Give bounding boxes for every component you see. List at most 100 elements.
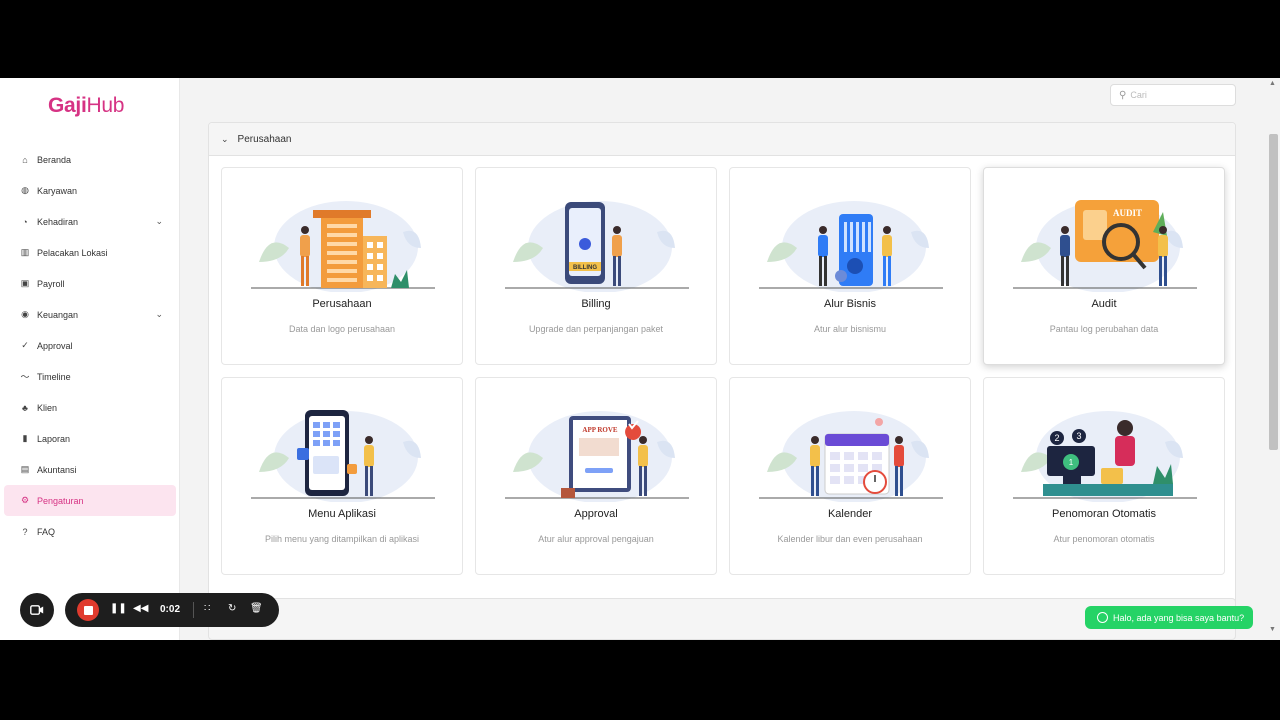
report-icon: ▮: [22, 433, 28, 443]
scroll-up-icon[interactable]: ▲: [1269, 80, 1276, 87]
settings-card-menu-aplikasi[interactable]: Menu Aplikasi Pilih menu yang ditampilkan…: [221, 377, 463, 575]
toolbar-divider: [193, 602, 194, 618]
sidebar-item-label: FAQ: [37, 526, 56, 537]
card-description: Pantau log perubahan data: [1049, 324, 1159, 334]
card-title: Alur Bisnis: [824, 298, 876, 310]
sidebar-item-klien[interactable]: ♣ Klien: [0, 392, 180, 423]
pause-icon[interactable]: ❚❚: [110, 603, 127, 614]
check-circle-icon: ✓: [21, 340, 29, 350]
recording-time: 0:02: [160, 604, 181, 615]
restart-icon[interactable]: ↻: [228, 603, 236, 614]
card-description: Kalender libur dan even perusahaan: [777, 534, 923, 544]
money-icon: ◉: [21, 309, 29, 319]
sidebar-item-label: Laporan: [37, 433, 71, 444]
home-icon: ⌂: [22, 154, 28, 165]
search-placeholder: Cari: [1130, 90, 1147, 100]
svg-text:3: 3: [1076, 431, 1081, 441]
billing-illustration: BILLING: [505, 201, 689, 292]
company-illustration: [251, 201, 435, 292]
stop-icon: [83, 605, 93, 615]
sidebar-item-label: Beranda: [37, 154, 72, 165]
settings-card-kalender[interactable]: Kalender Kalender libur dan even perusaha…: [729, 377, 971, 575]
settings-card-perusahaan[interactable]: Perusahaan Data dan logo perusahaan: [221, 167, 463, 365]
card-title: Billing: [581, 298, 611, 310]
users-icon: ◍: [21, 185, 29, 195]
sidebar-item-label: Payroll: [37, 278, 65, 289]
card-description: Upgrade dan perpanjangan paket: [528, 324, 664, 334]
trash-icon[interactable]: 🗑: [250, 603, 263, 614]
sidebar: GajiHub ⌂ Beranda ◍ Karyawan ◔ Kehadiran ⌄ ▥ Pel…: [0, 78, 180, 640]
scrollbar[interactable]: ▲ ▼: [1266, 78, 1280, 640]
sidebar-nav: ⌂ Beranda ◍ Karyawan ◔ Kehadiran ⌄ ▥ Pelacakan L…: [0, 144, 180, 547]
sidebar-item-pelacakan-lokasi[interactable]: ▥ Pelacakan Lokasi: [0, 237, 180, 268]
sidebar-item-keuangan[interactable]: ◉ Keuangan ⌄: [0, 299, 180, 330]
svg-text:AUDIT: AUDIT: [1113, 208, 1142, 218]
calendar-illustration: [759, 411, 943, 502]
sidebar-item-laporan[interactable]: ▮ Laporan: [0, 423, 180, 454]
grid-icon[interactable]: ∷: [204, 603, 210, 614]
sidebar-item-label: Pelacakan Lokasi: [37, 247, 108, 258]
card-title: Penomoran Otomatis: [1052, 508, 1156, 520]
business-flow-illustration: [759, 201, 943, 292]
card-description: Data dan logo perusahaan: [288, 324, 396, 334]
sidebar-item-approval[interactable]: ✓ Approval: [0, 330, 180, 361]
logo-text-bold: Gaji: [48, 94, 87, 117]
chevron-down-icon: ⌄: [221, 133, 229, 144]
map-icon: ▥: [20, 247, 30, 257]
sidebar-item-label: Karyawan: [37, 185, 78, 196]
settings-icon: ⚙: [20, 495, 30, 505]
settings-card-penomoran-otomatis[interactable]: 1 2 3 Penomoran Otomatis Atur penomoran otom…: [983, 377, 1225, 575]
svg-text:2: 2: [1054, 433, 1059, 443]
sidebar-item-karyawan[interactable]: ◍ Karyawan: [0, 175, 180, 206]
search-input[interactable]: ⚲ Cari: [1110, 84, 1236, 106]
card-description: Pilih menu yang ditampilkan di aplikasi: [264, 534, 420, 544]
app-window: GajiHub ⌂ Beranda ◍ Karyawan ◔ Kehadiran ⌄ ▥ Pel…: [0, 78, 1280, 640]
sidebar-item-timeline[interactable]: 〜 Timeline: [0, 361, 180, 392]
card-title: Approval: [574, 508, 618, 520]
payroll-icon: ▣: [20, 278, 30, 288]
accounting-icon: ▤: [20, 464, 30, 474]
card-title: Audit: [1091, 298, 1117, 310]
camera-button[interactable]: [20, 593, 54, 627]
sidebar-item-label: Keuangan: [37, 309, 79, 320]
question-icon: ?: [22, 526, 28, 537]
auto-numbering-illustration: 1 2 3: [1013, 411, 1197, 502]
sidebar-item-faq[interactable]: ? FAQ: [0, 516, 180, 547]
recorder-toolbar: ❚❚ ◀◀ 0:02 ∷ ↻ 🗑: [65, 593, 279, 627]
card-description: Atur alur approval pengajuan: [538, 534, 654, 544]
settings-card-alur-bisnis[interactable]: Alur Bisnis Atur alur bisnismu: [729, 167, 971, 365]
settings-card-billing[interactable]: BILLING Billing Upgrade dan perpanjangan p…: [475, 167, 717, 365]
scrollbar-thumb[interactable]: [1269, 134, 1278, 450]
timeline-icon: 〜: [20, 372, 30, 382]
section-title: Perusahaan: [237, 133, 292, 145]
svg-text:APP ROVE: APP ROVE: [582, 426, 618, 434]
settings-card-audit[interactable]: AUDIT Audit Pantau log perubahan data: [983, 167, 1225, 365]
stop-record-button[interactable]: [77, 599, 99, 621]
chat-label: Halo, ada yang bisa saya bantu?: [1113, 612, 1245, 623]
sidebar-item-kehadiran[interactable]: ◔ Kehadiran ⌄: [0, 206, 180, 237]
settings-panel: ⌄ Perusahaan Perusahaan Data dan logo per…: [208, 122, 1236, 608]
scroll-down-icon[interactable]: ▼: [1269, 626, 1276, 633]
sidebar-item-pengaturan[interactable]: ⚙ Pengaturan: [4, 485, 176, 516]
approval-illustration: APP ROVE: [505, 411, 689, 502]
search-icon: ⚲: [1119, 89, 1127, 101]
sidebar-item-label: Pengaturan: [37, 495, 84, 506]
logo-text-light: Hub: [86, 94, 125, 117]
whatsapp-chat-button[interactable]: Halo, ada yang bisa saya bantu?: [1085, 606, 1253, 629]
sidebar-item-payroll[interactable]: ▣ Payroll: [0, 268, 180, 299]
section-header[interactable]: ⌄ Perusahaan: [209, 123, 1235, 156]
sidebar-item-label: Approval: [37, 340, 73, 351]
chevron-down-icon[interactable]: ⌄: [155, 216, 163, 227]
card-description: Atur penomoran otomatis: [1053, 534, 1155, 544]
card-description: Atur alur bisnismu: [813, 324, 887, 334]
sidebar-item-akuntansi[interactable]: ▤ Akuntansi: [0, 454, 180, 485]
sidebar-item-beranda[interactable]: ⌂ Beranda: [0, 144, 180, 175]
sidebar-item-label: Timeline: [37, 371, 71, 382]
client-icon: ♣: [22, 402, 28, 413]
chevron-down-icon[interactable]: ⌄: [155, 309, 163, 320]
rewind-icon[interactable]: ◀◀: [133, 603, 148, 614]
app-logo[interactable]: GajiHub: [48, 94, 124, 118]
settings-card-approval[interactable]: APP ROVE Approval Atur alur approval penga…: [475, 377, 717, 575]
next-section-header[interactable]: [208, 598, 1236, 640]
sidebar-item-label: Klien: [37, 402, 58, 413]
